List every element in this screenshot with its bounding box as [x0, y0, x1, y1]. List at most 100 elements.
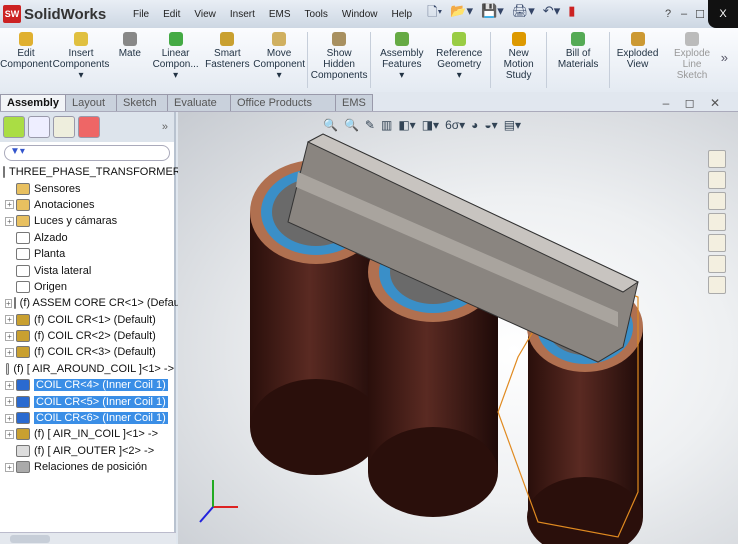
ribbon-new-motion-study-button[interactable]: New Motion Study	[493, 32, 545, 81]
expand-icon[interactable]: +	[5, 397, 14, 407]
menu-help[interactable]: Help	[384, 9, 419, 20]
ribbon-move-component-button[interactable]: Move Component ▾	[253, 32, 305, 81]
home-icon[interactable]	[708, 150, 726, 168]
task-pane-tabs	[708, 150, 726, 294]
configuration-manager-tab-icon[interactable]	[53, 116, 75, 138]
ribbon-show-hidden-components-button[interactable]: Show Hidden Components	[310, 32, 368, 81]
ribbon-linear-compon-button[interactable]: Linear Compon... ▾	[150, 32, 202, 81]
view-palette-icon[interactable]	[708, 234, 726, 252]
ribbon-more-button[interactable]: »	[721, 50, 728, 65]
quick-access-toolbar: 🗋▾ 📂▾ 💾▾ 🖨▾ ↶▾ ▮	[427, 3, 575, 25]
tree-item[interactable]: + Luces y cámaras	[0, 213, 174, 229]
tree-item[interactable]: + COIL CR<5> (Inner Coil 1)	[0, 393, 174, 409]
property-manager-tab-icon[interactable]	[28, 116, 50, 138]
menu-file[interactable]: File	[126, 9, 156, 20]
expand-icon[interactable]: +	[5, 462, 14, 472]
close-button[interactable]: X	[708, 0, 738, 28]
horizontal-scrollbar[interactable]	[0, 532, 176, 544]
minimize-button[interactable]: –	[676, 8, 692, 20]
panel-more-button[interactable]: »	[162, 121, 168, 133]
dropdown-arrow-icon[interactable]: ▾	[173, 70, 178, 81]
dimxpert-tab-icon[interactable]	[78, 116, 100, 138]
tree-item-icon	[16, 330, 30, 343]
rebuild-icon[interactable]: ▮	[568, 3, 575, 25]
tree-item[interactable]: Sensores	[0, 180, 174, 196]
expand-icon[interactable]: +	[5, 216, 14, 226]
tree-item[interactable]: + (f) COIL CR<2> (Default)	[0, 328, 174, 344]
ribbon-icon	[511, 32, 526, 46]
open-icon[interactable]: 📂▾	[450, 3, 473, 25]
undo-icon[interactable]: ↶▾	[543, 3, 560, 25]
expand-icon[interactable]: +	[5, 413, 14, 423]
tree-item[interactable]: + (f) COIL CR<1> (Default)	[0, 312, 174, 328]
tab-office-products[interactable]: Office Products	[229, 94, 336, 111]
menu-ems[interactable]: EMS	[262, 9, 298, 20]
expand-icon[interactable]: +	[5, 347, 14, 357]
dropdown-arrow-icon[interactable]: ▾	[277, 70, 282, 81]
expand-icon[interactable]: +	[5, 200, 14, 210]
scrollbar-thumb[interactable]	[10, 535, 50, 543]
tree-item[interactable]: Alzado	[0, 230, 174, 246]
custom-properties-icon[interactable]	[708, 276, 726, 294]
tree-item[interactable]: + (f) COIL CR<3> (Default)	[0, 344, 174, 360]
tree-item[interactable]: + Anotaciones	[0, 197, 174, 213]
tab-ems[interactable]: EMS	[334, 94, 373, 111]
tab-layout[interactable]: Layout	[64, 94, 117, 111]
menu-tools[interactable]: Tools	[298, 9, 335, 20]
feature-tree: THREE_PHASE_TRANSFORMER Sensores + Anotacio…	[0, 164, 189, 475]
expand-icon[interactable]: +	[5, 380, 14, 390]
ribbon-separator	[307, 32, 309, 88]
dropdown-arrow-icon[interactable]: ▾	[78, 70, 83, 81]
filter-input[interactable]: ▼▾	[4, 145, 170, 161]
expand-icon[interactable]: +	[5, 315, 14, 325]
tree-item-icon	[16, 395, 30, 408]
tree-item[interactable]: Planta	[0, 246, 174, 262]
ribbon-smart-fasteners-button[interactable]: Smart Fasteners	[202, 32, 254, 70]
ribbon-assembly-features-button[interactable]: Assembly Features ▾	[373, 32, 430, 81]
tree-item[interactable]: Origen	[0, 279, 174, 295]
ribbon-icon	[220, 32, 235, 46]
ribbon-mate-button[interactable]: Mate	[110, 32, 150, 59]
expand-icon[interactable]: +	[5, 298, 12, 308]
transformer-model[interactable]	[178, 112, 738, 544]
ribbon-insert-components-button[interactable]: Insert Components ▾	[52, 32, 110, 81]
menu-window[interactable]: Window	[335, 9, 385, 20]
help-button[interactable]: ?	[660, 8, 676, 20]
tree-item[interactable]: (f) [ AIR_OUTER ]<2> ->	[0, 443, 174, 459]
ribbon-bill-of-materials-button[interactable]: Bill of Materials	[549, 32, 606, 70]
tab-evaluate[interactable]: Evaluate	[166, 94, 231, 111]
dropdown-arrow-icon[interactable]: ▾	[457, 70, 462, 81]
new-document-icon[interactable]: 🗋▾	[427, 3, 442, 25]
tree-item[interactable]: + Relaciones de posición	[0, 459, 174, 475]
ribbon-reference-geometry-button[interactable]: Reference Geometry ▾	[431, 32, 488, 81]
maximize-button[interactable]: ☐	[692, 8, 708, 21]
tree-item[interactable]: (f) [ AIR_AROUND_COIL ]<1> ->	[0, 361, 174, 377]
tree-item[interactable]: + COIL CR<6> (Inner Coil 1)	[0, 410, 174, 426]
menu-insert[interactable]: Insert	[223, 9, 262, 20]
ribbon-separator	[608, 32, 610, 88]
file-explorer-icon[interactable]	[708, 192, 726, 210]
expand-icon[interactable]: +	[5, 331, 14, 341]
tree-item[interactable]: THREE_PHASE_TRANSFORMER	[0, 164, 181, 180]
dropdown-arrow-icon[interactable]: ▾	[399, 70, 404, 81]
tree-item[interactable]: + COIL CR<4> (Inner Coil 1)	[0, 377, 174, 393]
appearances-icon[interactable]	[708, 255, 726, 273]
ribbon-explode-line-sketch-button[interactable]: Explode Line Sketch	[663, 32, 720, 81]
search-icon[interactable]	[708, 213, 726, 231]
design-library-icon[interactable]	[708, 171, 726, 189]
tree-item[interactable]: + (f) [ AIR_IN_COIL ]<1> ->	[0, 426, 174, 442]
tab-assembly[interactable]: Assembly	[0, 94, 66, 111]
document-window-controls[interactable]: – ◻ ✕	[663, 96, 726, 110]
feature-manager-tab-icon[interactable]	[3, 116, 25, 138]
menu-edit[interactable]: Edit	[156, 9, 187, 20]
save-icon[interactable]: 💾▾	[481, 3, 504, 25]
tree-item[interactable]: Vista lateral	[0, 262, 174, 278]
graphics-viewport[interactable]: 🔍 🔍 ✎ ▥ ◧▾ ◨▾ 6σ▾ ◕ ◒▾ ▤▾	[178, 112, 738, 544]
print-icon[interactable]: 🖨▾	[512, 3, 535, 25]
tree-item[interactable]: + (f) ASSEM CORE CR<1> (Default)	[0, 295, 189, 311]
expand-icon[interactable]: +	[5, 429, 14, 439]
tab-sketch[interactable]: Sketch	[115, 94, 168, 111]
ribbon-exploded-view-button[interactable]: Exploded View	[612, 32, 664, 70]
menu-view[interactable]: View	[187, 9, 223, 20]
ribbon-edit-component-button[interactable]: Edit Component	[0, 32, 52, 70]
